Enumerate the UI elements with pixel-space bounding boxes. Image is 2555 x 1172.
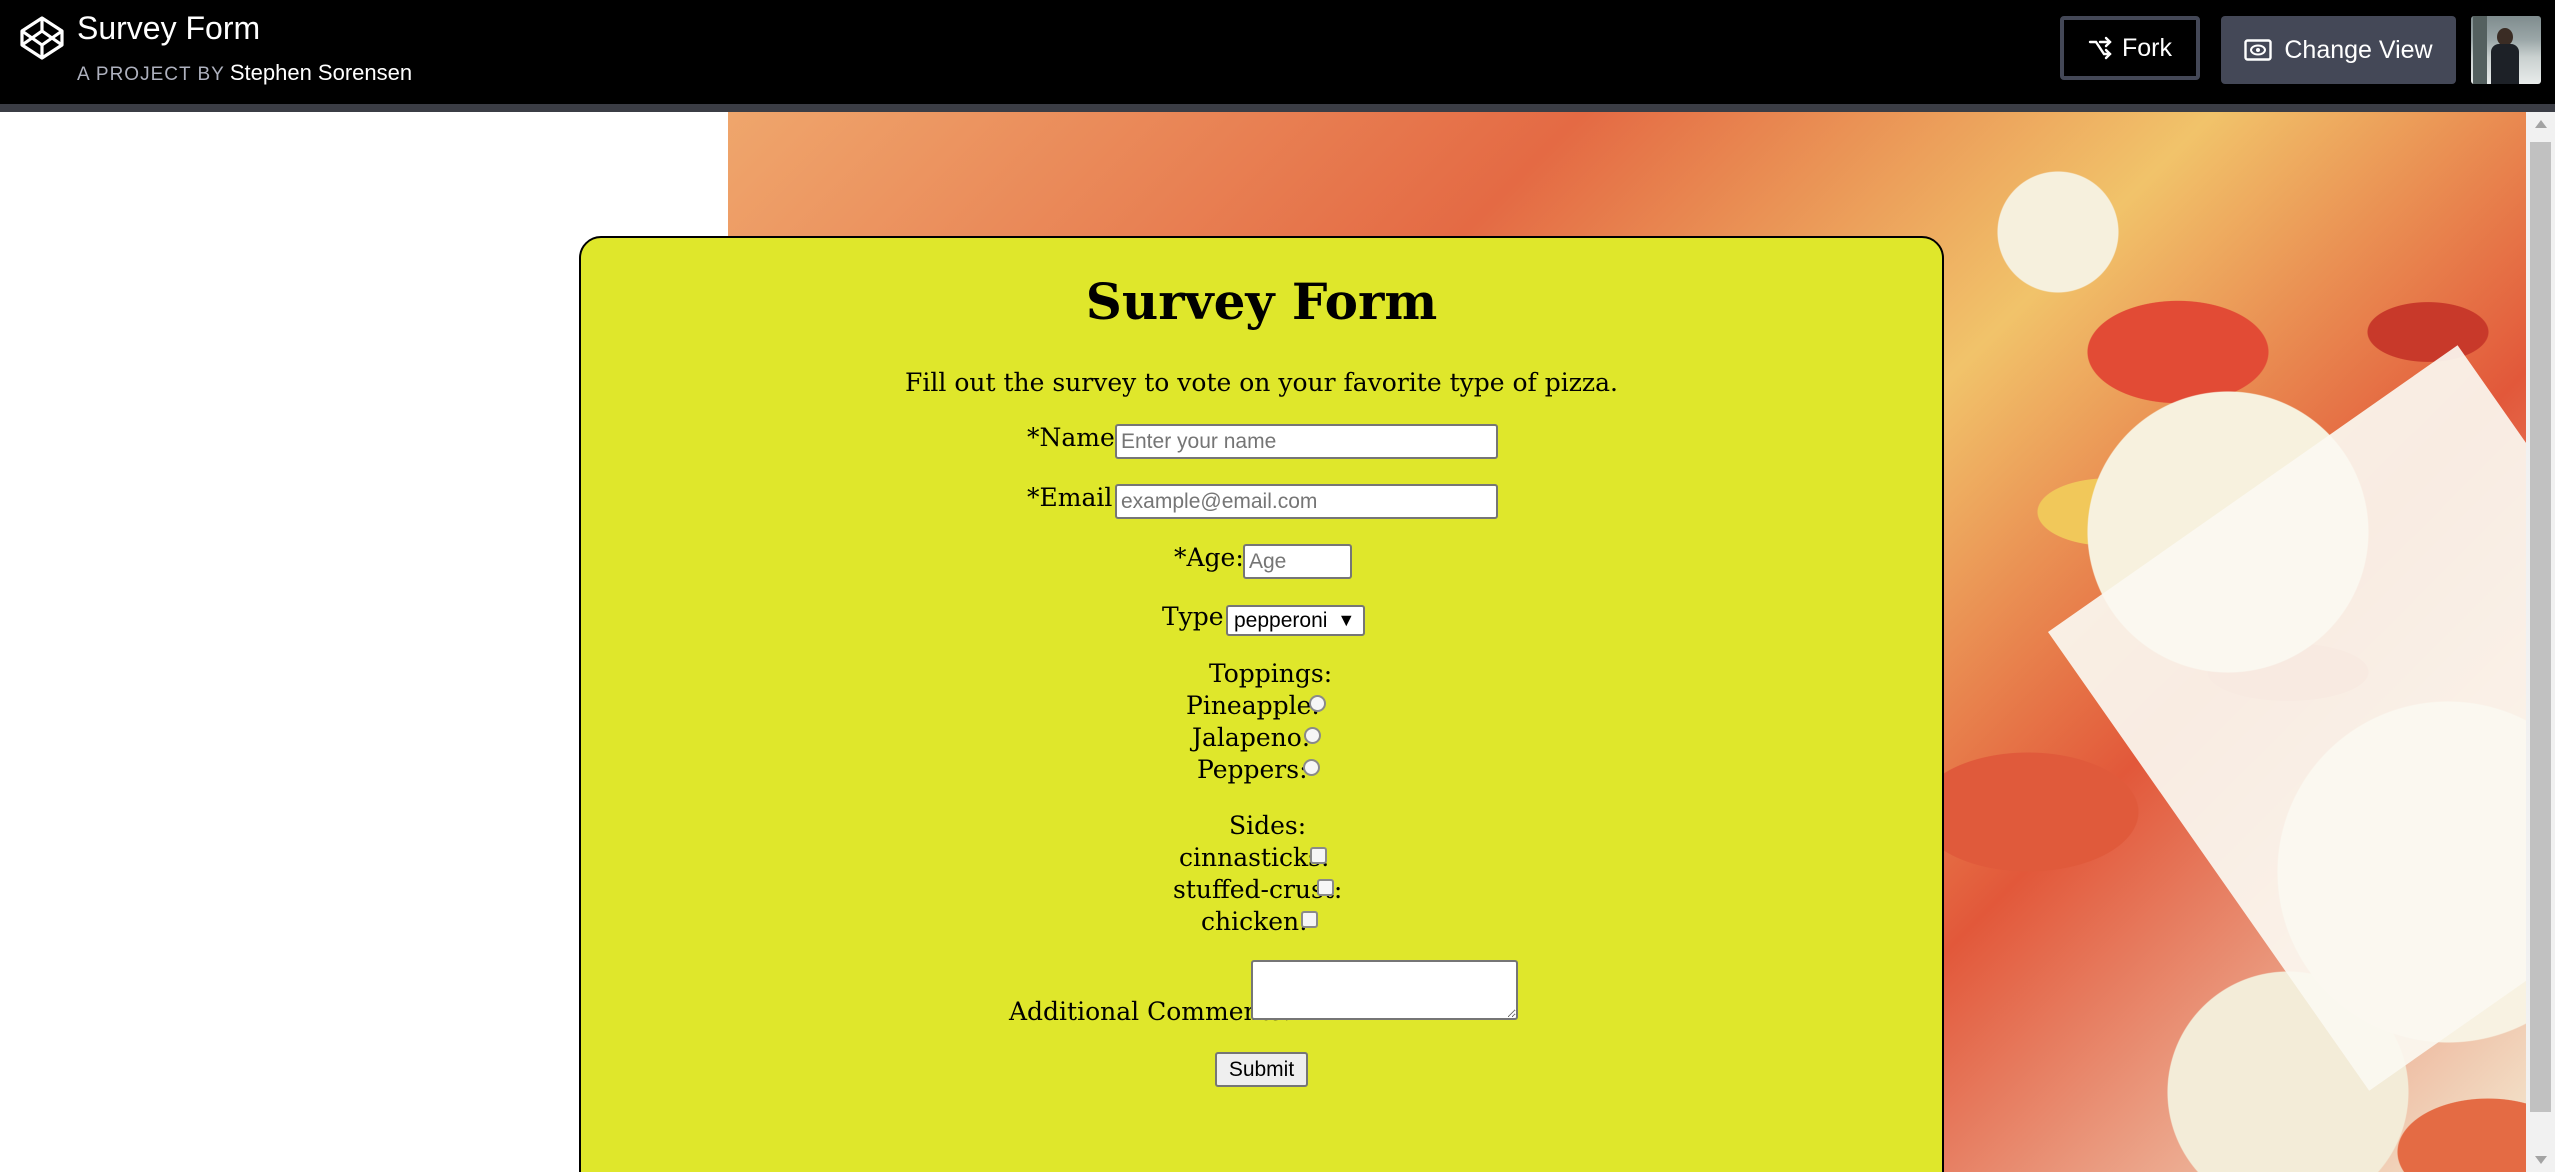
- name-input[interactable]: [1115, 424, 1498, 459]
- project-byline: A PROJECT BY Stephen Sorensen: [77, 60, 412, 86]
- name-label: *Name:: [1027, 423, 1124, 452]
- topping-peppers-label: Peppers:: [1197, 755, 1308, 784]
- project-title: Survey Form: [77, 10, 261, 46]
- topping-pineapple-label: Pineapple:: [1186, 691, 1320, 720]
- topping-peppers-radio[interactable]: [1303, 759, 1320, 776]
- scroll-up-arrow-icon[interactable]: [2526, 112, 2555, 136]
- fork-button-label: Fork: [2122, 33, 2172, 62]
- eye-view-icon: [2244, 39, 2273, 61]
- side-chicken-checkbox[interactable]: [1301, 911, 1318, 928]
- codepen-logo-icon[interactable]: [19, 15, 65, 61]
- triangle-down-icon: ▼: [1337, 610, 1356, 630]
- comments-label: Additional Comments:: [1009, 997, 1291, 1026]
- topping-pineapple-radio[interactable]: [1309, 695, 1326, 712]
- survey-form: Survey Form Fill out the survey to vote …: [579, 236, 1944, 1172]
- fork-icon: [2088, 36, 2112, 60]
- type-select-value: pepperoni: [1234, 608, 1328, 632]
- comments-textarea[interactable]: [1251, 960, 1518, 1020]
- scroll-down-arrow-icon[interactable]: [2526, 1148, 2555, 1172]
- submit-button[interactable]: Submit: [1215, 1052, 1308, 1087]
- toppings-label: Toppings:: [1209, 659, 1333, 688]
- user-avatar[interactable]: [2471, 16, 2541, 84]
- header-divider: [0, 104, 2555, 112]
- fork-button[interactable]: Fork: [2060, 16, 2200, 80]
- side-cinnasticks-checkbox[interactable]: [1310, 847, 1327, 864]
- age-input[interactable]: [1243, 544, 1352, 579]
- preview-area: Survey Form Fill out the survey to vote …: [0, 112, 2526, 1172]
- topping-jalapeno-radio[interactable]: [1304, 727, 1321, 744]
- topping-jalapeno-label: Jalapeno:: [1192, 723, 1311, 752]
- change-view-button-label: Change View: [2284, 35, 2433, 64]
- side-cinnasticks-label: cinnasticks:: [1179, 843, 1330, 872]
- type-label: Type:: [1162, 602, 1233, 631]
- age-label: *Age:: [1174, 543, 1244, 572]
- byline-prefix: A PROJECT BY: [77, 64, 225, 85]
- top-bar: Survey Form A PROJECT BY Stephen Sorensen…: [0, 0, 2555, 104]
- type-select[interactable]: pepperoni ▼: [1226, 605, 1365, 636]
- change-view-button[interactable]: Change View: [2221, 16, 2456, 84]
- side-chicken-label: chicken:: [1201, 907, 1308, 936]
- side-stuffed-crust-checkbox[interactable]: [1317, 879, 1334, 896]
- email-label: *Email:: [1027, 483, 1121, 512]
- form-title: Survey Form: [1085, 272, 1438, 331]
- form-description: Fill out the survey to vote on your favo…: [905, 368, 1618, 397]
- scrollbar-thumb[interactable]: [2530, 142, 2551, 1112]
- email-input[interactable]: [1115, 484, 1498, 519]
- vertical-scrollbar[interactable]: [2526, 112, 2555, 1172]
- author-link[interactable]: Stephen Sorensen: [230, 60, 412, 85]
- sides-label: Sides:: [1229, 811, 1307, 840]
